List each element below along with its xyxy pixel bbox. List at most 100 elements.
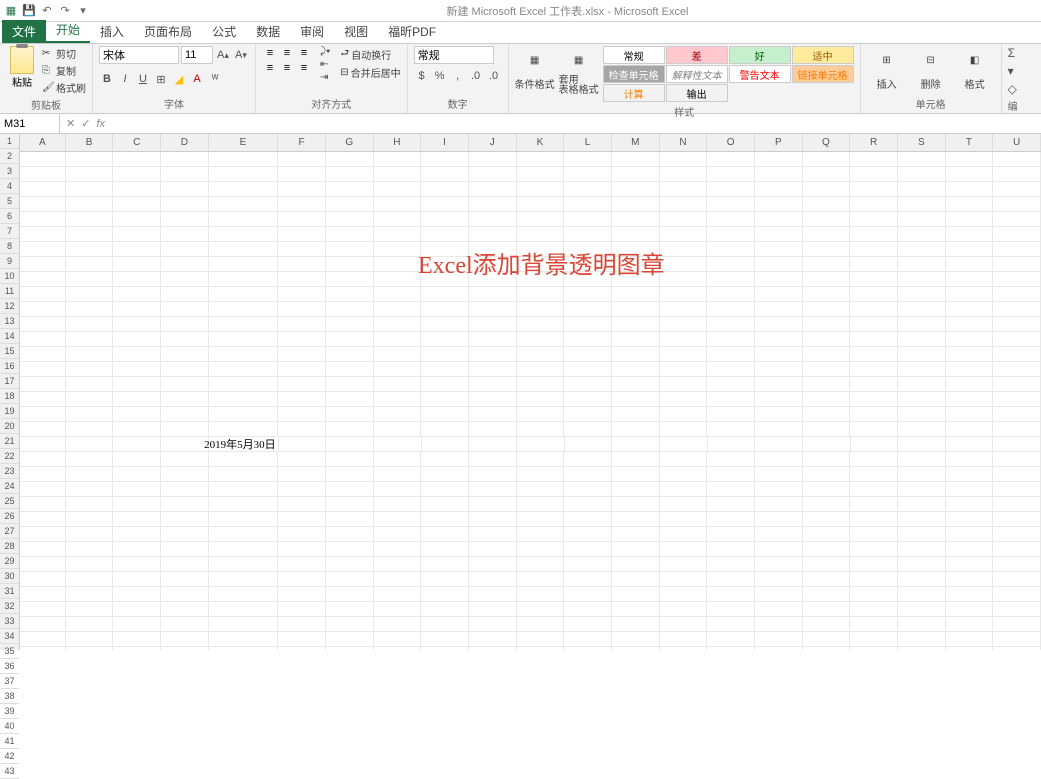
cell[interactable] [660, 347, 708, 362]
cell[interactable] [469, 332, 517, 347]
cell[interactable] [469, 632, 517, 647]
cell[interactable] [850, 557, 898, 572]
cell[interactable] [374, 407, 422, 422]
cell[interactable] [660, 587, 708, 602]
cell[interactable] [161, 347, 209, 362]
cell[interactable] [66, 542, 114, 557]
cell[interactable] [374, 617, 422, 632]
cell[interactable] [209, 392, 279, 407]
row-header[interactable]: 22 [0, 449, 19, 464]
cell[interactable] [374, 212, 422, 227]
tab-file[interactable]: 文件 [2, 20, 46, 43]
cell[interactable] [161, 332, 209, 347]
cell[interactable] [66, 347, 114, 362]
cell[interactable] [660, 212, 708, 227]
cell[interactable] [469, 587, 517, 602]
wrap-text-button[interactable]: ⮐自动换行 [340, 46, 400, 63]
cell[interactable] [898, 167, 946, 182]
cell[interactable] [707, 152, 755, 167]
row-header[interactable]: 41 [0, 734, 19, 749]
cell[interactable] [374, 527, 422, 542]
cell[interactable] [278, 407, 326, 422]
cell[interactable] [278, 392, 326, 407]
cell[interactable] [898, 287, 946, 302]
cell[interactable] [326, 377, 374, 392]
cell[interactable] [850, 287, 898, 302]
cell[interactable] [803, 602, 851, 617]
cell[interactable] [564, 227, 612, 242]
cell[interactable] [113, 347, 161, 362]
cell[interactable] [755, 242, 803, 257]
cell[interactable] [898, 182, 946, 197]
cell[interactable] [113, 587, 161, 602]
cell[interactable] [374, 512, 422, 527]
cell[interactable] [850, 257, 898, 272]
cell[interactable] [374, 482, 422, 497]
col-header-E[interactable]: E [209, 134, 279, 151]
cell[interactable] [660, 272, 708, 287]
cell[interactable] [707, 602, 755, 617]
cell[interactable] [278, 617, 326, 632]
tab-insert[interactable]: 插入 [90, 20, 134, 43]
cell[interactable] [20, 512, 66, 527]
cell[interactable] [803, 242, 851, 257]
cell[interactable] [946, 182, 994, 197]
cell[interactable] [993, 362, 1041, 377]
cell[interactable] [898, 422, 946, 437]
cell[interactable] [278, 257, 326, 272]
cell[interactable] [113, 167, 161, 182]
row-header[interactable]: 11 [0, 284, 19, 299]
cell[interactable] [755, 227, 803, 242]
cell[interactable] [209, 422, 279, 437]
cell[interactable] [946, 527, 994, 542]
col-header-U[interactable]: U [993, 134, 1041, 151]
cell[interactable] [161, 152, 209, 167]
cell[interactable] [612, 317, 660, 332]
cell[interactable] [517, 317, 565, 332]
cell[interactable] [803, 317, 851, 332]
cell[interactable] [161, 302, 209, 317]
insert-cells-button[interactable]: ⊞插入 [867, 46, 907, 91]
cell[interactable] [20, 242, 66, 257]
cell[interactable] [517, 227, 565, 242]
style-explain[interactable]: 解释性文本 [666, 65, 728, 83]
row-header[interactable]: 15 [0, 344, 19, 359]
cell[interactable] [66, 272, 114, 287]
cell[interactable] [113, 362, 161, 377]
cell[interactable] [803, 422, 851, 437]
cell[interactable] [898, 197, 946, 212]
cell[interactable] [850, 527, 898, 542]
cell[interactable] [20, 557, 66, 572]
qat-dropdown-icon[interactable]: ▾ [76, 4, 90, 18]
cell[interactable] [660, 572, 708, 587]
cell[interactable] [326, 197, 374, 212]
cell[interactable] [850, 272, 898, 287]
cell[interactable] [161, 542, 209, 557]
cell[interactable] [66, 572, 114, 587]
cell[interactable] [755, 632, 803, 647]
cell[interactable] [20, 287, 66, 302]
cell[interactable] [850, 182, 898, 197]
cell[interactable] [278, 452, 326, 467]
cell[interactable] [66, 452, 114, 467]
style-good[interactable]: 好 [729, 46, 791, 64]
cell[interactable] [898, 617, 946, 632]
col-header-B[interactable]: B [66, 134, 114, 151]
cell[interactable] [660, 362, 708, 377]
cell[interactable] [278, 287, 326, 302]
cell[interactable] [612, 167, 660, 182]
cell[interactable] [898, 557, 946, 572]
cell[interactable] [803, 212, 851, 227]
cell[interactable] [564, 497, 612, 512]
cell[interactable] [113, 407, 161, 422]
align-center-icon[interactable]: ≡ [279, 61, 295, 75]
cell[interactable] [469, 542, 517, 557]
cell[interactable] [326, 332, 374, 347]
cell[interactable] [660, 407, 708, 422]
cell[interactable] [803, 452, 851, 467]
cell[interactable] [469, 392, 517, 407]
row-header[interactable]: 24 [0, 479, 19, 494]
cell[interactable] [993, 182, 1041, 197]
cell[interactable] [66, 392, 114, 407]
cell[interactable] [326, 527, 374, 542]
